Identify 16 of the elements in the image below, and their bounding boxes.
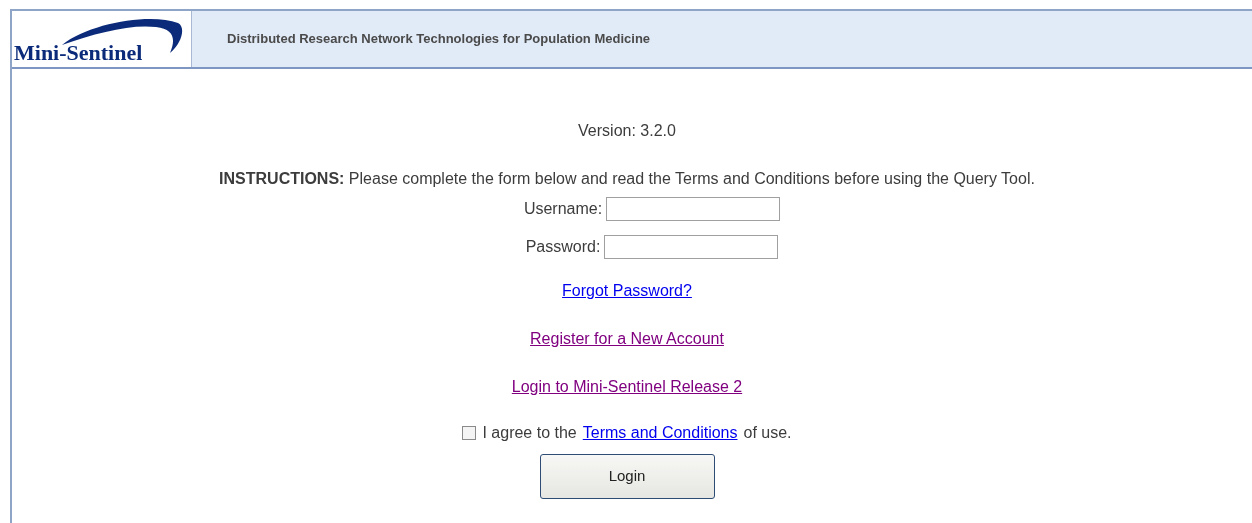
agreement-text: I agree to the: [482, 423, 577, 443]
logo-text: Mini-Sentinel: [14, 42, 143, 64]
terms-link[interactable]: Terms and Conditions: [582, 421, 738, 445]
login-button[interactable]: Login: [539, 454, 715, 499]
agreement-text: of use.: [743, 423, 792, 443]
instructions-text: INSTRUCTIONS: Please complete the form below and read the Terms and Conditions before using the Query Tool.: [219, 169, 1035, 189]
input-field[interactable]: [604, 235, 779, 259]
link[interactable]: Register for a New Account: [530, 327, 724, 349]
link[interactable]: Login to Mini-Sentinel Release 2: [511, 375, 743, 397]
field-label: Username:: [523, 199, 603, 219]
checkbox[interactable]: [462, 426, 477, 440]
link[interactable]: Forgot Password?: [562, 279, 692, 301]
version-text: Version: 3.2.0: [578, 121, 676, 141]
header-tagline: Distributed Research Network Technologies for Population Medicine: [227, 30, 651, 49]
input-field[interactable]: [606, 197, 781, 221]
field-label: Password:: [525, 237, 601, 257]
